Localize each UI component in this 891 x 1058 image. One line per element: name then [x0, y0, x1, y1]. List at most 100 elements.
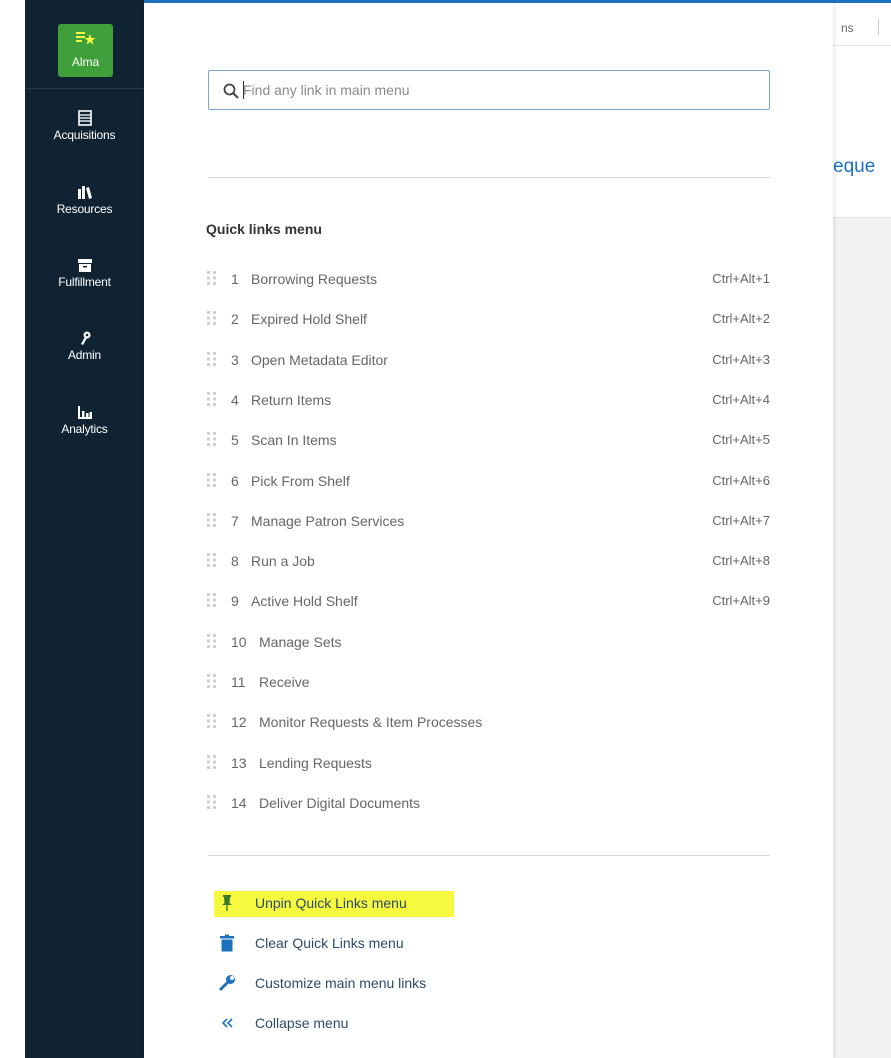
quick-link-number: 10 [231, 634, 247, 650]
drag-handle-icon[interactable] [206, 754, 218, 770]
acquisitions-icon [77, 110, 92, 126]
drag-handle-icon[interactable] [206, 431, 218, 447]
drag-handle-icon[interactable] [206, 592, 218, 608]
menu-search-input[interactable] [243, 79, 743, 101]
admin-icon [80, 331, 90, 345]
header-divider [878, 19, 879, 35]
quick-link-label[interactable]: Run a Job [251, 553, 315, 569]
quick-link-label[interactable]: Manage Patron Services [251, 513, 404, 529]
quick-link-label[interactable]: Expired Hold Shelf [251, 311, 367, 327]
quick-link-label[interactable]: Manage Sets [259, 634, 342, 650]
quick-link-shortcut: Ctrl+Alt+7 [712, 513, 770, 528]
quick-link-label[interactable]: Return Items [251, 392, 331, 408]
drag-handle-icon[interactable] [206, 391, 218, 407]
nav-item-analytics[interactable]: Analytics [25, 404, 144, 436]
nav-item-resources[interactable]: Resources [25, 184, 144, 216]
fulfillment-icon [77, 259, 92, 272]
left-nav: Alma Acquisitions Resources Fulfillment [25, 0, 144, 1058]
menu-search-box[interactable] [208, 70, 770, 110]
quick-link-item[interactable]: 5 Scan In Items Ctrl+Alt+5 [206, 428, 770, 452]
drag-handle-icon[interactable] [206, 310, 218, 326]
quick-link-label[interactable]: Borrowing Requests [251, 271, 377, 287]
drag-handle-icon[interactable] [206, 552, 218, 568]
nav-item-fulfillment[interactable]: Fulfillment [25, 257, 144, 289]
quick-link-label[interactable]: Active Hold Shelf [251, 593, 358, 609]
unpin-quick-links-button[interactable]: Unpin Quick Links menu [214, 891, 454, 917]
divider-top [208, 177, 770, 178]
quick-link-item[interactable]: 13 Lending Requests [206, 751, 770, 775]
quick-link-number: 12 [231, 714, 247, 730]
trash-icon [220, 934, 234, 952]
drag-handle-icon[interactable] [206, 633, 218, 649]
quick-link-item[interactable]: 3 Open Metadata Editor Ctrl+Alt+3 [206, 348, 770, 372]
quick-link-number: 7 [231, 513, 239, 529]
quick-link-number: 14 [231, 795, 247, 811]
nav-item-label: Analytics [61, 422, 108, 436]
quick-link-shortcut: Ctrl+Alt+3 [712, 352, 770, 367]
nav-item-acquisitions[interactable]: Acquisitions [25, 110, 144, 142]
quick-link-item[interactable]: 12 Monitor Requests & Item Processes [206, 710, 770, 734]
double-chevron-left-icon [221, 1018, 233, 1028]
nav-item-label: Resources [56, 202, 113, 216]
drag-handle-icon[interactable] [206, 713, 218, 729]
alma-logo-button[interactable]: Alma [58, 24, 113, 77]
quick-link-shortcut: Ctrl+Alt+4 [712, 392, 770, 407]
drag-handle-icon[interactable] [206, 794, 218, 810]
background-page: ns eque [833, 3, 891, 1058]
background-header: ns [833, 3, 891, 46]
quick-link-number: 1 [231, 271, 239, 287]
quick-link-label[interactable]: Open Metadata Editor [251, 352, 388, 368]
quick-link-shortcut: Ctrl+Alt+8 [712, 553, 770, 568]
drag-handle-icon[interactable] [206, 472, 218, 488]
quick-link-number: 5 [231, 432, 239, 448]
quick-link-label[interactable]: Pick From Shelf [251, 473, 350, 489]
quick-link-item[interactable]: 9 Active Hold Shelf Ctrl+Alt+9 [206, 589, 770, 613]
alma-logo-label: Alma [71, 55, 100, 69]
quick-link-number: 6 [231, 473, 239, 489]
nav-item-label: Admin [67, 348, 101, 362]
quick-link-label[interactable]: Receive [259, 674, 310, 690]
quick-link-shortcut: Ctrl+Alt+9 [712, 593, 770, 608]
clear-label: Clear Quick Links menu [255, 935, 404, 951]
quick-link-label[interactable]: Monitor Requests & Item Processes [259, 714, 482, 730]
quick-link-number: 9 [231, 593, 239, 609]
quick-link-number: 2 [231, 311, 239, 327]
drag-handle-icon[interactable] [206, 512, 218, 528]
divider-bottom [208, 855, 770, 856]
alma-logo-icon [76, 32, 96, 45]
background-header-text: ns [841, 21, 854, 35]
quick-link-number: 3 [231, 352, 239, 368]
quick-link-number: 8 [231, 553, 239, 569]
quick-link-item[interactable]: 7 Manage Patron Services Ctrl+Alt+7 [206, 509, 770, 533]
drag-handle-icon[interactable] [206, 351, 218, 367]
nav-item-label: Acquisitions [53, 128, 116, 142]
quick-link-label[interactable]: Deliver Digital Documents [259, 795, 420, 811]
quick-link-item[interactable]: 4 Return Items Ctrl+Alt+4 [206, 388, 770, 412]
quick-links-title: Quick links menu [206, 221, 322, 237]
quick-link-item[interactable]: 2 Expired Hold Shelf Ctrl+Alt+2 [206, 307, 770, 331]
resources-icon [77, 186, 92, 199]
drag-handle-icon[interactable] [206, 270, 218, 286]
quick-link-item[interactable]: 1 Borrowing Requests Ctrl+Alt+1 [206, 267, 770, 291]
nav-item-admin[interactable]: Admin [25, 330, 144, 362]
unpin-label: Unpin Quick Links menu [255, 895, 407, 911]
customize-label: Customize main menu links [255, 975, 427, 991]
quick-link-item[interactable]: 10 Manage Sets [206, 630, 770, 654]
quick-link-number: 13 [231, 755, 247, 771]
quick-link-item[interactable]: 8 Run a Job Ctrl+Alt+8 [206, 549, 770, 573]
quick-link-item[interactable]: 14 Deliver Digital Documents [206, 791, 770, 815]
nav-item-label: Fulfillment [58, 275, 111, 289]
quick-link-label[interactable]: Scan In Items [251, 432, 337, 448]
search-icon [223, 83, 239, 99]
quick-link-item[interactable]: 11 Receive [206, 670, 770, 694]
drag-handle-icon[interactable] [206, 673, 218, 689]
quick-link-number: 4 [231, 392, 239, 408]
quick-link-shortcut: Ctrl+Alt+6 [712, 473, 770, 488]
quick-link-shortcut: Ctrl+Alt+2 [712, 311, 770, 326]
analytics-icon [77, 406, 92, 419]
quick-link-shortcut: Ctrl+Alt+5 [712, 432, 770, 447]
collapse-label: Collapse menu [255, 1015, 349, 1031]
quick-link-item[interactable]: 6 Pick From Shelf Ctrl+Alt+6 [206, 469, 770, 493]
quick-link-label[interactable]: Lending Requests [259, 755, 372, 771]
pin-icon [222, 895, 232, 911]
